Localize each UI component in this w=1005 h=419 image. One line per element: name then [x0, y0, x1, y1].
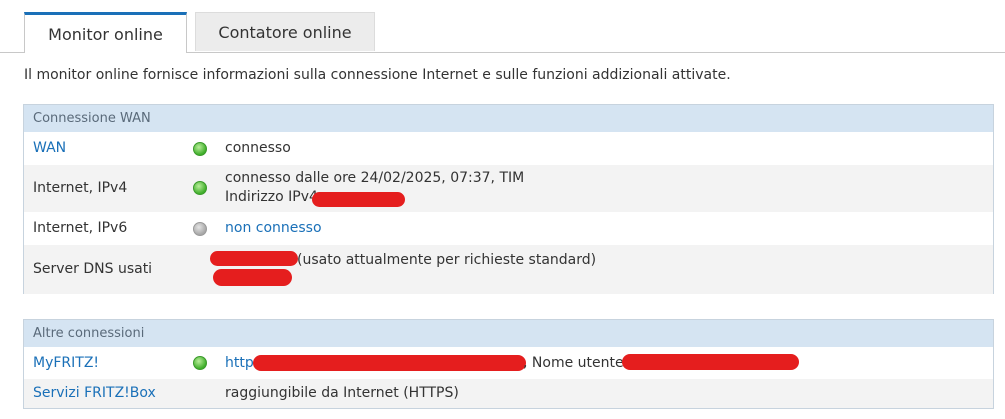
other-panel-title: Altre connessioni [24, 320, 993, 347]
wan-status-text: connesso [225, 140, 291, 156]
ipv6-row: Internet, IPv6 non connesso [24, 212, 993, 245]
ipv4-address-label: Indirizzo IPv4 [225, 189, 318, 205]
myfritz-username-label: , Nome utente: [523, 355, 629, 371]
other-connections-panel: Altre connessioni MyFRITZ! http , Nome u… [23, 319, 994, 409]
dns-secondary-redaction [213, 269, 292, 286]
tab-monitor-online[interactable]: Monitor online [24, 12, 187, 53]
tab-monitor-online-label: Monitor online [48, 24, 163, 44]
ipv4-address-redaction [312, 192, 405, 207]
myfritz-username-redaction [622, 354, 799, 370]
ipv6-status-grey-icon [193, 222, 207, 236]
ipv4-status-green-icon [193, 181, 207, 195]
tab-contatore-online[interactable]: Contatore online [195, 12, 375, 51]
fritzbox-services-row: Servizi FRITZ!Box raggiungibile da Inter… [24, 379, 993, 408]
wan-status-green-icon [193, 142, 207, 156]
dns-row: Server DNS usati (usato attualmente per … [24, 245, 993, 294]
dns-usage-text: (usato attualmente per richieste standar… [297, 252, 597, 268]
tab-contatore-online-label: Contatore online [218, 22, 352, 42]
wan-link[interactable]: WAN [33, 140, 66, 156]
myfritz-link[interactable]: MyFRITZ! [33, 355, 99, 371]
ipv4-label: Internet, IPv4 [33, 180, 128, 196]
myfritz-status-green-icon [193, 356, 207, 370]
wan-connection-panel: Connessione WAN WAN connesso Internet, I… [23, 104, 994, 294]
myfritz-url-redaction [253, 355, 526, 371]
dns-primary-redaction [210, 251, 298, 266]
wan-row: WAN connesso [24, 132, 993, 165]
fritzbox-services-link[interactable]: Servizi FRITZ!Box [33, 385, 156, 401]
wan-panel-title: Connessione WAN [24, 105, 993, 132]
intro-text: Il monitor online fornisce informazioni … [24, 67, 731, 83]
ipv4-row: Internet, IPv4 connesso dalle ore 24/02/… [24, 165, 993, 212]
fritzbox-services-status-text: raggiungibile da Internet (HTTPS) [225, 385, 459, 401]
ipv4-status-text: connesso dalle ore 24/02/2025, 07:37, TI… [225, 170, 525, 186]
ipv6-label: Internet, IPv6 [33, 220, 128, 236]
ipv6-status-link[interactable]: non connesso [225, 220, 322, 236]
myfritz-row: MyFRITZ! http , Nome utente: [24, 347, 993, 379]
tab-bar: Monitor online Contatore online [0, 0, 1005, 53]
dns-label: Server DNS usati [33, 261, 153, 277]
myfritz-url-link[interactable]: http [225, 355, 254, 371]
